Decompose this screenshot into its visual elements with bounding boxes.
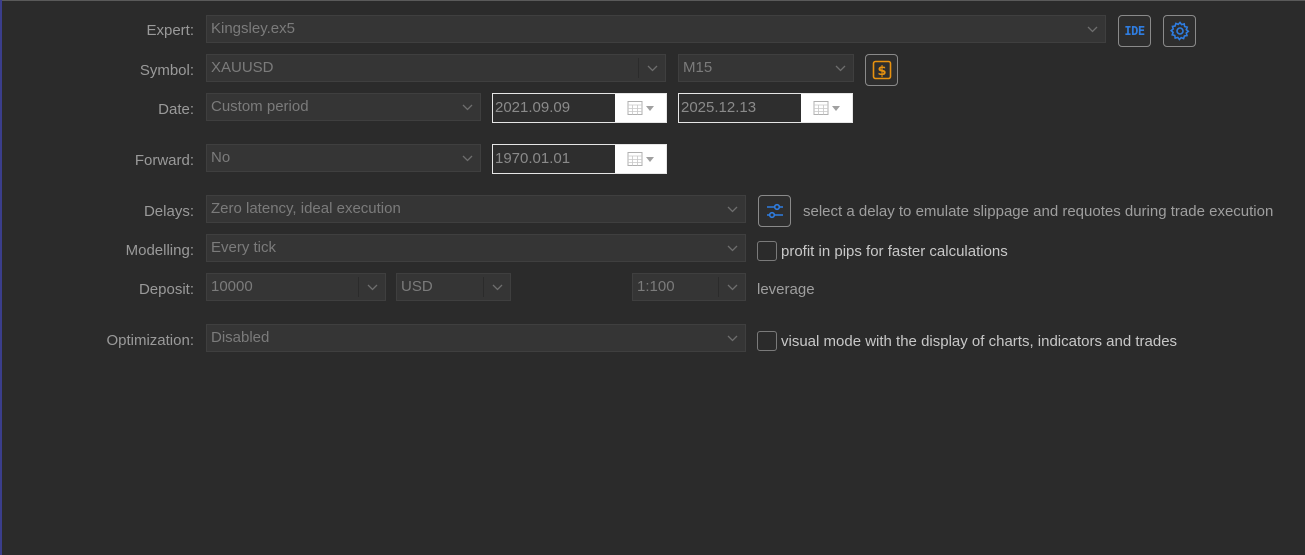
modelling-select[interactable]: Every tick	[206, 234, 746, 262]
delays-label: Delays:	[143, 203, 194, 220]
chevron-down-icon	[646, 105, 654, 111]
chevron-down-icon	[454, 145, 480, 171]
chevron-down-icon	[719, 274, 745, 300]
deposit-amount-select[interactable]: 10000	[206, 273, 386, 301]
date-period-select[interactable]: Custom period	[206, 93, 481, 121]
chevron-down-icon	[639, 55, 665, 81]
gear-icon	[1169, 21, 1190, 41]
delays-hint: select a delay to emulate slippage and r…	[803, 203, 1274, 220]
forward-value: No	[211, 149, 231, 166]
date-label: Date:	[158, 101, 194, 118]
modelling-label: Modelling:	[125, 242, 194, 259]
leverage-select[interactable]: 1:100	[632, 273, 746, 301]
forward-select[interactable]: No	[206, 144, 481, 172]
deposit-amount-value: 10000	[211, 278, 253, 295]
calendar-dropdown-button[interactable]	[615, 145, 666, 173]
date-from-value: 2021.09.09	[495, 99, 571, 116]
date-to-input[interactable]: 2025.12.13	[678, 93, 853, 123]
deposit-label: Deposit:	[138, 281, 194, 298]
profit-in-pips-label[interactable]: profit in pips for faster calculations	[781, 243, 1008, 260]
optimization-label: Optimization:	[106, 332, 194, 349]
delay-settings-button[interactable]	[758, 195, 791, 227]
modelling-value: Every tick	[211, 239, 277, 256]
left-border	[0, 0, 2, 555]
ide-icon: IDE	[1124, 24, 1145, 38]
date-period-value: Custom period	[211, 98, 309, 115]
calendar-dropdown-button[interactable]	[801, 94, 852, 122]
ide-button[interactable]: IDE	[1118, 15, 1151, 47]
optimization-select[interactable]: Disabled	[206, 324, 746, 352]
chevron-down-icon	[484, 274, 510, 300]
symbol-value: XAUUSD	[211, 59, 274, 76]
expert-label: Expert:	[146, 22, 194, 39]
timeframe-select[interactable]: M15	[678, 54, 854, 82]
sliders-icon	[766, 203, 783, 219]
symbol-properties-button[interactable]: $	[865, 54, 898, 86]
date-to-value: 2025.12.13	[681, 99, 757, 116]
calendar-icon	[813, 101, 829, 115]
leverage-value: 1:100	[637, 278, 675, 295]
deposit-currency-select[interactable]: USD	[396, 273, 511, 301]
delays-value: Zero latency, ideal execution	[211, 200, 401, 217]
chevron-down-icon	[359, 274, 385, 300]
svg-text:$: $	[877, 64, 886, 79]
visual-mode-checkbox[interactable]	[757, 331, 777, 351]
leverage-label: leverage	[757, 281, 815, 298]
delays-select[interactable]: Zero latency, ideal execution	[206, 195, 746, 223]
profit-in-pips-checkbox[interactable]	[757, 241, 777, 261]
deposit-currency-value: USD	[401, 278, 433, 295]
chevron-down-icon	[646, 156, 654, 162]
date-from-input[interactable]: 2021.09.09	[492, 93, 667, 123]
symbol-label: Symbol:	[139, 62, 194, 79]
symbol-select[interactable]: XAUUSD	[206, 54, 666, 82]
calendar-dropdown-button[interactable]	[615, 94, 666, 122]
settings-button[interactable]	[1163, 15, 1196, 47]
top-border	[0, 0, 1305, 1]
forward-date-value: 1970.01.01	[495, 150, 571, 167]
calendar-icon	[627, 152, 643, 166]
visual-mode-label[interactable]: visual mode with the display of charts, …	[781, 333, 1177, 350]
calendar-icon	[627, 101, 643, 115]
expert-value: Kingsley.ex5	[211, 20, 295, 37]
forward-date-input[interactable]: 1970.01.01	[492, 144, 667, 174]
chevron-down-icon	[827, 55, 853, 81]
chevron-down-icon	[719, 196, 745, 222]
chevron-down-icon	[1079, 16, 1105, 42]
chevron-down-icon	[719, 235, 745, 261]
dollar-icon: $	[872, 60, 891, 80]
chevron-down-icon	[719, 325, 745, 351]
optimization-value: Disabled	[211, 329, 270, 346]
expert-select[interactable]: Kingsley.ex5	[206, 15, 1106, 43]
chevron-down-icon	[454, 94, 480, 120]
chevron-down-icon	[832, 105, 840, 111]
forward-label: Forward:	[134, 152, 194, 169]
timeframe-value: M15	[683, 59, 713, 76]
